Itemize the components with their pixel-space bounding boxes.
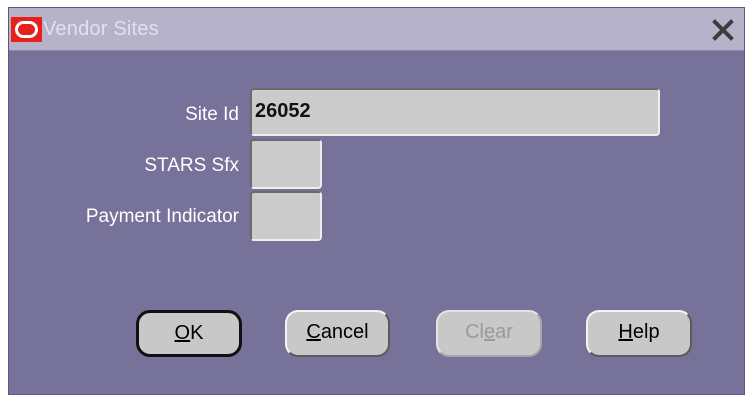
title-bar[interactable]: Vendor Sites (9, 8, 744, 51)
cancel-mnemonic: C (306, 321, 321, 343)
ok-mnemonic: O (174, 322, 191, 344)
payment-indicator-label: Payment Indicator (85, 206, 239, 227)
oracle-logo-icon (11, 17, 42, 42)
window-title: Vendor Sites (43, 18, 159, 40)
site-id-field[interactable]: 26052 (250, 88, 660, 136)
help-label-rest: elp (632, 321, 660, 343)
vendor-sites-dialog: Vendor Sites Site Id 26052 STARS Sfx Pay… (8, 7, 745, 395)
help-button[interactable]: Help (586, 310, 692, 357)
cancel-button[interactable]: Cancel (285, 310, 390, 357)
clear-button[interactable]: Clear (436, 310, 542, 357)
ok-button[interactable]: OK (136, 310, 242, 357)
cancel-label-rest: ancel (320, 321, 369, 343)
clear-label-pre: Cl (465, 321, 484, 343)
stars-sfx-field[interactable] (250, 139, 322, 189)
ok-label-rest: K (190, 322, 204, 344)
payment-indicator-field[interactable] (250, 191, 322, 241)
stars-sfx-label: STARS Sfx (144, 155, 239, 176)
site-id-label: Site Id (185, 104, 239, 125)
clear-mnemonic: e (483, 321, 496, 343)
close-icon[interactable] (710, 15, 736, 43)
clear-label-rest: ar (495, 321, 513, 343)
help-mnemonic: H (618, 321, 633, 343)
